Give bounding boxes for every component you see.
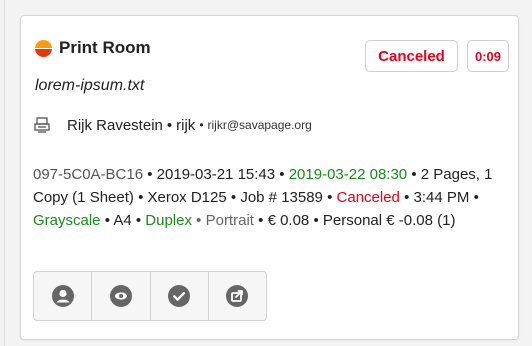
separator: • [138, 189, 144, 206]
separator: • [279, 166, 285, 183]
separator: • [135, 212, 142, 229]
release-button[interactable] [151, 272, 209, 320]
status-dot-icon [35, 39, 52, 57]
account-charge: Personal € -0.08 (1) [322, 212, 456, 229]
separator: • [411, 166, 417, 183]
separator: • [230, 189, 237, 206]
printer-icon [34, 117, 50, 133]
user-id: rijk [176, 116, 196, 134]
document-filename: lorem-ipsum.txt [35, 77, 145, 94]
print-job-card: Print Room lorem-ipsum.txt Canceled 0:09… [20, 15, 519, 340]
job-action-buttons [33, 271, 267, 321]
separator: • [404, 189, 410, 206]
job-details: 097-5C0A-BC16 • 2019-03-21 15:43 • 2019-… [33, 163, 511, 232]
check-icon [168, 285, 191, 307]
separator: • [199, 118, 204, 132]
card-header: Print Room [35, 38, 151, 58]
separator: • [196, 212, 202, 229]
job-number: Job # 13589 [240, 189, 323, 206]
state-time: 3:44 PM [413, 189, 470, 206]
expiry-time: 2019-03-22 08:30 [288, 166, 408, 183]
status-badge: Canceled [365, 40, 458, 72]
user-button[interactable] [34, 272, 93, 320]
printer-location-title: Print Room [59, 38, 151, 57]
paper-size: A4 [113, 212, 132, 229]
user-info: Rijk Ravestein • rijk • rijkr@savapage.o… [33, 116, 312, 134]
eye-icon [109, 285, 132, 307]
separator: • [166, 116, 173, 134]
job-cost: € 0.08 [267, 212, 310, 229]
user-email: rijkr@savapage.org [207, 118, 312, 132]
color-mode: Grayscale [33, 212, 101, 229]
share-button[interactable] [209, 272, 266, 320]
job-reference: 097-5C0A-BC16 [33, 166, 144, 183]
preview-button[interactable] [92, 272, 151, 320]
user-name: Rijk Ravestein [67, 116, 163, 134]
separator: • [327, 189, 333, 206]
separator: • [258, 212, 264, 229]
job-state: Canceled [336, 189, 400, 206]
printer-name: Xerox D125 [147, 189, 227, 206]
separator: • [147, 166, 153, 183]
user-icon [51, 285, 74, 307]
orientation: Portrait [205, 212, 254, 229]
separator: • [104, 212, 110, 229]
elapsed-time-badge: 0:09 [467, 40, 509, 72]
separator: • [473, 189, 479, 206]
panel: Print Room lorem-ipsum.txt Canceled 0:09… [4, 0, 532, 346]
share-icon [226, 285, 249, 307]
duplex-mode: Duplex [145, 212, 192, 229]
created-time: 2019-03-21 15:43 [156, 166, 276, 183]
separator: • [313, 212, 319, 229]
